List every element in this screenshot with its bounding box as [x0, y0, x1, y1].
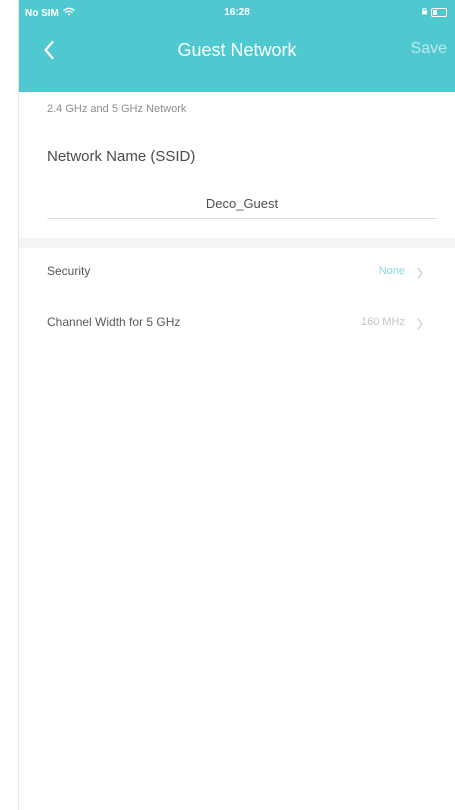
status-right — [421, 7, 447, 18]
battery-icon — [431, 8, 447, 17]
status-bar: No SIM 16:28 — [19, 0, 455, 24]
phone-screen: No SIM 16:28 Guest Network Save 2.4 GHz … — [18, 0, 455, 810]
chevron-right-icon — [417, 267, 423, 279]
lock-icon — [421, 7, 428, 18]
channel-width-value: 160 MHz — [360, 316, 405, 328]
network-name-field[interactable]: Deco_Guest — [47, 196, 437, 211]
security-value: None — [378, 265, 405, 277]
status-time: 16:28 — [224, 7, 250, 18]
network-name-label: Network Name (SSID) — [47, 148, 196, 165]
section-label: 2.4 GHz and 5 GHz Network — [47, 103, 187, 115]
section-divider — [19, 238, 455, 248]
chevron-right-icon — [417, 318, 423, 330]
channel-width-row[interactable]: Channel Width for 5 GHz 160 MHz — [19, 304, 455, 344]
security-label: Security — [47, 264, 91, 278]
network-name-underline — [47, 218, 437, 219]
app-header: No SIM 16:28 Guest Network Save — [19, 0, 455, 92]
security-row[interactable]: Security None — [19, 253, 455, 293]
page-title: Guest Network — [177, 40, 297, 60]
save-button[interactable]: Save — [411, 40, 447, 58]
channel-width-label: Channel Width for 5 GHz — [47, 315, 181, 329]
